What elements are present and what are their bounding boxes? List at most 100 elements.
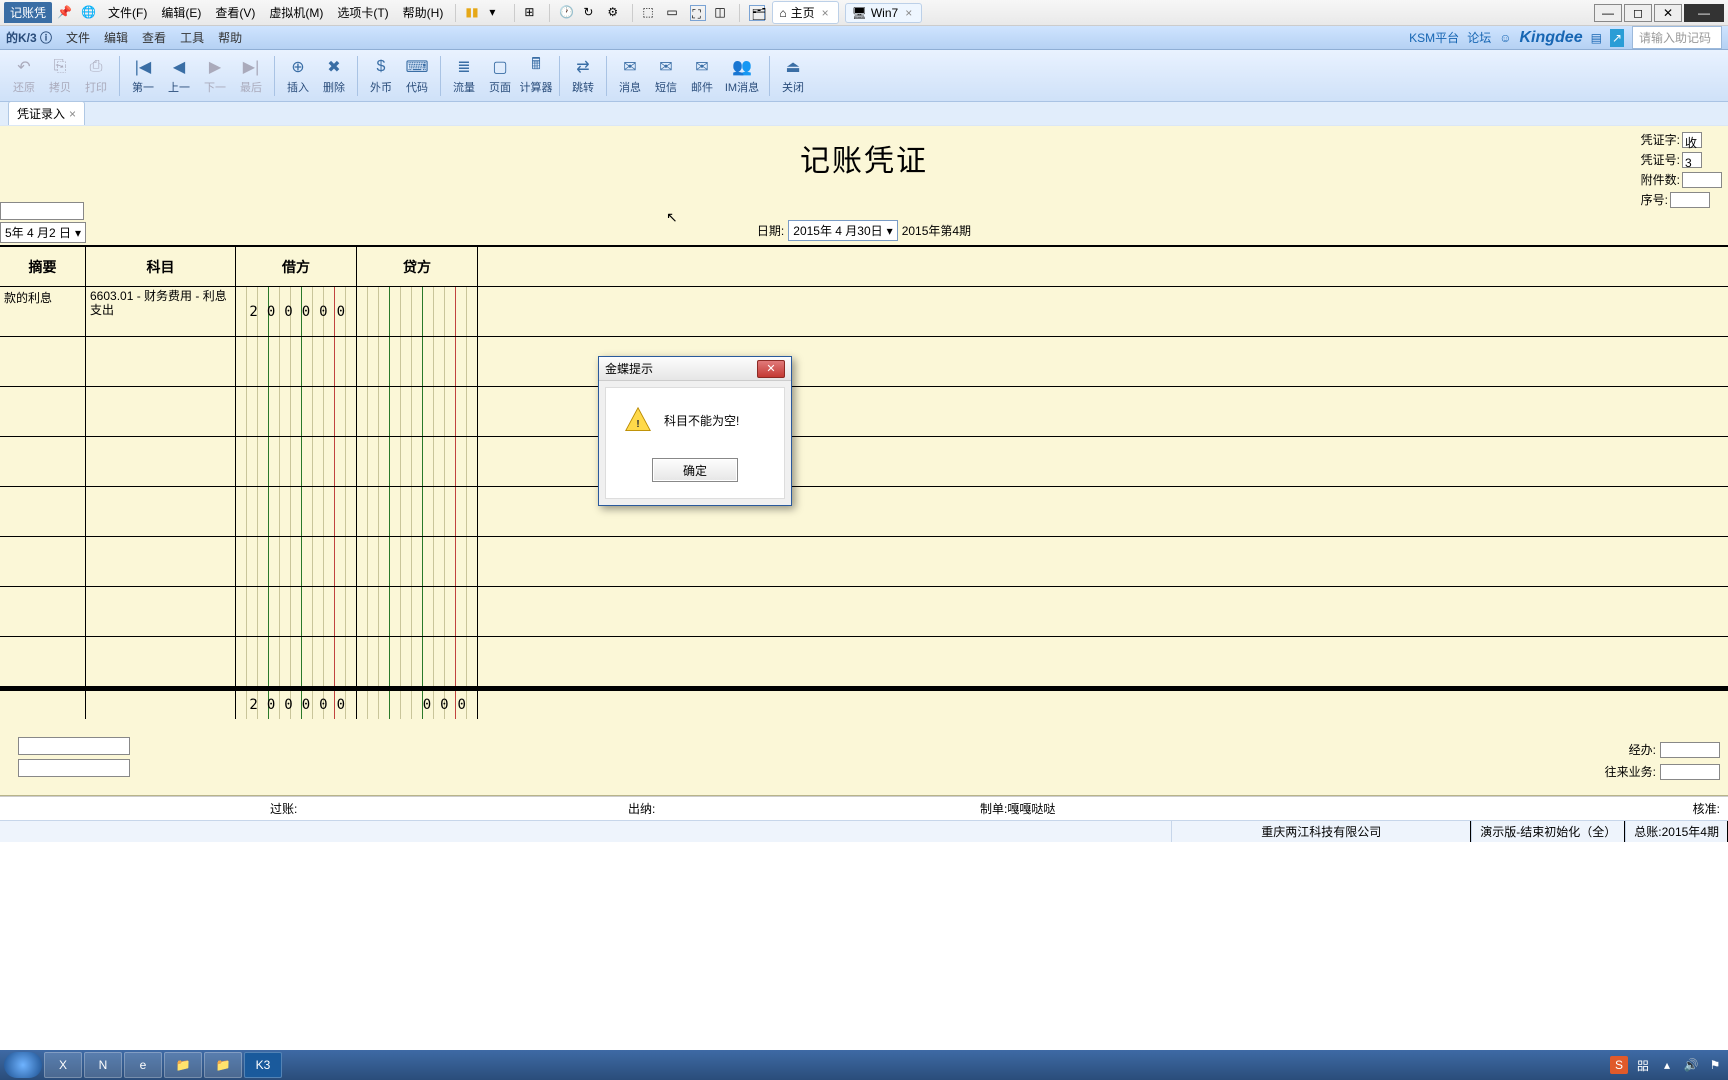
tb-im-button[interactable]: 👥IM消息 xyxy=(721,52,763,100)
app-menu-edit[interactable]: 编辑 xyxy=(104,29,128,46)
cell-subject[interactable] xyxy=(86,637,236,686)
cell-credit[interactable] xyxy=(357,537,478,586)
cell-summary[interactable]: 款的利息 xyxy=(0,287,86,336)
close-icon[interactable]: × xyxy=(819,6,832,20)
seq-input[interactable] xyxy=(1670,192,1710,208)
taskbar-k3[interactable]: K3 xyxy=(244,1052,282,1078)
dialog-titlebar[interactable]: 金蝶提示 ✕ xyxy=(599,357,791,381)
trans-input[interactable] xyxy=(1660,764,1720,780)
tray-sogou-icon[interactable]: S xyxy=(1610,1056,1628,1074)
date-picker[interactable]: 2015年 4 月30日 ▾ xyxy=(788,220,897,241)
tb-last-button[interactable]: ▶|最后 xyxy=(234,52,268,100)
cell-summary[interactable] xyxy=(0,637,86,686)
cell-summary[interactable] xyxy=(0,337,86,386)
tb-msg-button[interactable]: ✉消息 xyxy=(613,52,647,100)
search-input[interactable]: 请输入助记码 xyxy=(1632,26,1722,49)
tb-close-button[interactable]: ⏏关闭 xyxy=(776,52,810,100)
cell-debit[interactable] xyxy=(236,337,357,386)
grid-row[interactable] xyxy=(0,487,1728,537)
doc-tab-voucher[interactable]: 凭证录入 × xyxy=(8,101,85,125)
tb-sms-button[interactable]: ✉短信 xyxy=(649,52,683,100)
tb-page-button[interactable]: ▢页面 xyxy=(483,52,517,100)
cell-subject[interactable] xyxy=(86,387,236,436)
grid-row[interactable] xyxy=(0,337,1728,387)
vm-menu-help[interactable]: 帮助(H) xyxy=(397,1,450,24)
vm-menu-vm[interactable]: 虚拟机(M) xyxy=(263,1,329,24)
tb-restore-button[interactable]: ↶还原 xyxy=(7,52,41,100)
app-menu-view[interactable]: 查看 xyxy=(142,29,166,46)
snapshot-icon[interactable]: ⊞ xyxy=(524,5,540,21)
cell-subject[interactable] xyxy=(86,587,236,636)
tb-insert-button[interactable]: ⊕插入 xyxy=(281,52,315,100)
tb-mail-button[interactable]: ✉邮件 xyxy=(685,52,719,100)
grid-row[interactable]: 款的利息6603.01 - 财务费用 - 利息支出200000 xyxy=(0,287,1728,337)
tray-up-icon[interactable]: ▴ xyxy=(1658,1056,1676,1074)
dialog-ok-button[interactable]: 确定 xyxy=(652,458,738,482)
expand-icon[interactable]: ↗ xyxy=(1610,29,1624,47)
clock-icon[interactable]: 🕐 xyxy=(559,5,575,21)
tb-delete-button[interactable]: ✖删除 xyxy=(317,52,351,100)
cell-subject[interactable] xyxy=(86,537,236,586)
app-menu-file[interactable]: 文件 xyxy=(66,29,90,46)
aux-input-1[interactable] xyxy=(18,737,130,755)
grid-row[interactable] xyxy=(0,437,1728,487)
chevron-down-icon[interactable]: ▾ xyxy=(75,226,81,240)
taskbar-ie[interactable]: e xyxy=(124,1052,162,1078)
cell-credit[interactable] xyxy=(357,387,478,436)
grid-row[interactable] xyxy=(0,587,1728,637)
close-icon[interactable]: × xyxy=(902,6,915,20)
close-icon[interactable]: × xyxy=(69,107,76,121)
app-menu-help[interactable]: 帮助 xyxy=(218,29,242,46)
tb-forex-button[interactable]: $外币 xyxy=(364,52,398,100)
tb-next-button[interactable]: ▶下一 xyxy=(198,52,232,100)
app-menu-tools[interactable]: 工具 xyxy=(180,29,204,46)
vm-tab-home[interactable]: ⌂ 主页 × xyxy=(772,1,838,24)
tb-print-button[interactable]: ⎙打印 xyxy=(79,52,113,100)
ksm-link[interactable]: KSM平台 xyxy=(1409,29,1459,46)
cell-summary[interactable] xyxy=(0,487,86,536)
unity-icon[interactable]: ◫ xyxy=(714,5,730,21)
cell-summary[interactable] xyxy=(0,587,86,636)
cell-subject[interactable]: 6603.01 - 财务费用 - 利息支出 xyxy=(86,287,236,336)
tb-copy-button[interactable]: ⎘拷贝 xyxy=(43,52,77,100)
aux-date-picker[interactable]: 5年 4 月2 日▾ xyxy=(0,222,86,243)
outer-close-button[interactable]: — xyxy=(1684,4,1724,22)
cell-debit[interactable] xyxy=(236,587,357,636)
dialog-close-button[interactable]: ✕ xyxy=(757,360,785,378)
gear-icon[interactable]: ⚙ xyxy=(607,5,623,21)
cell-summary[interactable] xyxy=(0,537,86,586)
cell-credit[interactable] xyxy=(357,437,478,486)
vm-menu-edit[interactable]: 编辑(E) xyxy=(155,1,207,24)
cell-debit[interactable]: 200000 xyxy=(236,287,357,336)
cell-credit[interactable] xyxy=(357,487,478,536)
tray-ime-icon[interactable]: 㗊 xyxy=(1634,1056,1652,1074)
smile-icon[interactable]: ☺ xyxy=(1499,31,1511,45)
taskbar-excel[interactable]: X xyxy=(44,1052,82,1078)
fit-icon[interactable]: ⬚ xyxy=(642,5,658,21)
start-button[interactable] xyxy=(4,1052,42,1078)
cell-credit[interactable] xyxy=(357,337,478,386)
dropdown-icon[interactable]: ▾ xyxy=(489,5,505,21)
sidebar-toggle-icon[interactable]: ▤ xyxy=(1591,31,1602,45)
fullscreen-icon[interactable]: ⛶ xyxy=(690,5,706,21)
tb-jump-button[interactable]: ⇄跳转 xyxy=(566,52,600,100)
cell-subject[interactable] xyxy=(86,487,236,536)
tb-first-button[interactable]: |◀第一 xyxy=(126,52,160,100)
vm-menu-view[interactable]: 查看(V) xyxy=(209,1,261,24)
home-sm-icon[interactable]: 🌐 xyxy=(81,5,97,21)
num-value[interactable]: 3 xyxy=(1682,152,1702,168)
maximize-button[interactable]: ◻ xyxy=(1624,4,1652,22)
word-value[interactable]: 收 xyxy=(1682,132,1702,148)
close-window-button[interactable]: ✕ xyxy=(1654,4,1682,22)
grid-row[interactable] xyxy=(0,637,1728,687)
aux-input-2[interactable] xyxy=(18,759,130,777)
cell-debit[interactable] xyxy=(236,487,357,536)
vm-tab-win7[interactable]: 🖥 Win7 × xyxy=(845,3,923,23)
vm-menu-tabs[interactable]: 选项卡(T) xyxy=(331,1,394,24)
pin-icon[interactable]: 📌 xyxy=(57,5,73,21)
grid-row[interactable] xyxy=(0,537,1728,587)
minimize-button[interactable]: — xyxy=(1594,4,1622,22)
cell-credit[interactable] xyxy=(357,637,478,686)
cell-debit[interactable] xyxy=(236,387,357,436)
cell-debit[interactable] xyxy=(236,637,357,686)
